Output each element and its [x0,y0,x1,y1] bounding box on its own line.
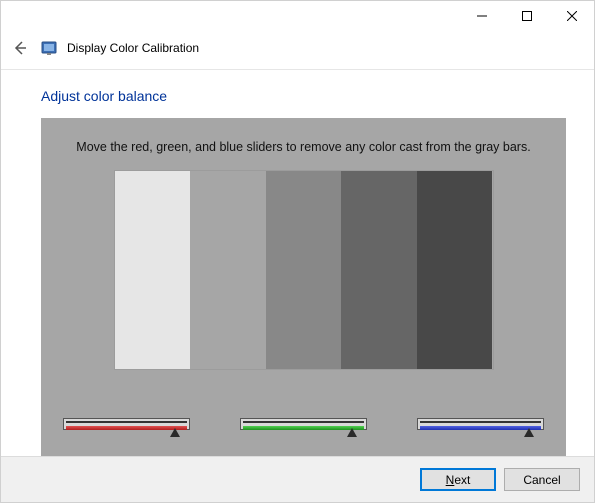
window: Display Color Calibration Adjust color b… [0,0,595,503]
red-slider[interactable] [63,416,190,440]
maximize-button[interactable] [504,1,549,31]
close-button[interactable] [549,1,594,31]
minimize-icon [477,11,487,21]
maximize-icon [522,11,532,21]
gray-bar-4 [341,171,417,369]
header-title: Display Color Calibration [67,41,199,55]
gray-bar-2 [190,171,266,369]
cancel-button[interactable]: Cancel [504,468,580,491]
gray-bar-3 [266,171,342,369]
instruction-text: Move the red, green, and blue sliders to… [76,140,530,154]
slider-thumb[interactable] [170,428,180,437]
app-icon [41,40,57,56]
minimize-button[interactable] [459,1,504,31]
calibration-area: Move the red, green, and blue sliders to… [41,118,566,456]
close-icon [567,11,577,21]
slider-thumb[interactable] [347,428,357,437]
next-mnemonic: N [446,473,455,487]
blue-slider[interactable] [417,416,544,440]
green-slider[interactable] [240,416,367,440]
gray-bar-5 [417,171,493,369]
content: Adjust color balance Move the red, green… [1,70,594,456]
gray-bars [114,170,494,370]
footer: Next Cancel [1,456,594,502]
page-title: Adjust color balance [41,88,566,104]
back-button[interactable] [9,37,31,59]
gray-bar-1 [115,171,191,369]
slider-thumb[interactable] [524,428,534,437]
back-arrow-icon [12,40,28,56]
next-button[interactable]: Next [420,468,496,491]
titlebar [1,1,594,31]
sliders-row [57,416,550,442]
header: Display Color Calibration [1,31,594,70]
next-rest: ext [454,473,470,487]
